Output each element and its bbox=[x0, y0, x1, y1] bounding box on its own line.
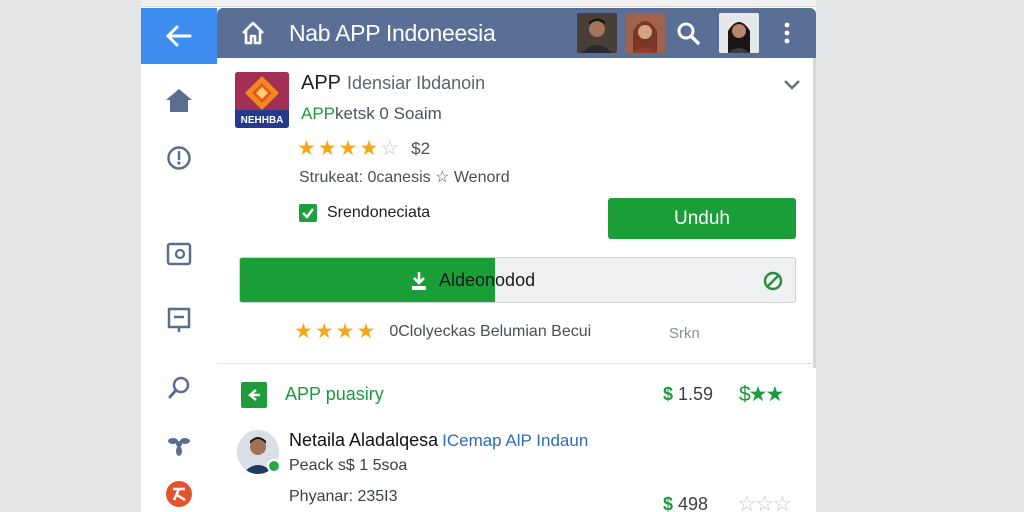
star-icon: ★ bbox=[294, 320, 313, 343]
section-divider bbox=[217, 363, 816, 364]
section-title[interactable]: APP puasiry bbox=[285, 384, 384, 405]
review-price: $ 498 bbox=[663, 494, 708, 512]
developer-rest: ketsk 0 Soaim bbox=[335, 104, 442, 123]
verified-badge bbox=[267, 459, 281, 473]
app-name: APP Idensiar Ibdanoin bbox=[301, 72, 485, 95]
download-button[interactable]: Unduh bbox=[608, 198, 796, 239]
star-icon: ★ bbox=[297, 137, 316, 160]
section-back-icon[interactable] bbox=[241, 382, 267, 408]
cancel-download-icon[interactable] bbox=[762, 270, 784, 292]
reviewer-name-row: Netaila Aladalqesa ICemap AlP Indaun bbox=[289, 430, 588, 451]
avatar-woman[interactable] bbox=[625, 13, 665, 53]
rail-search-icon[interactable] bbox=[165, 374, 193, 402]
avatar-man[interactable] bbox=[577, 13, 617, 53]
section-stars: $★★ bbox=[739, 383, 784, 406]
reviewer-tag[interactable]: ICemap AlP Indaun bbox=[442, 431, 588, 450]
rail-home-icon[interactable] bbox=[165, 86, 193, 114]
app-logo-text: NEHHBA bbox=[241, 115, 284, 126]
star-icon: ★ bbox=[356, 320, 376, 343]
price-symbol: $ bbox=[663, 384, 674, 404]
install-checkbox-row[interactable]: Srendoneciata bbox=[299, 204, 430, 222]
star-icon: ★ bbox=[359, 137, 379, 160]
rail-photo-icon[interactable] bbox=[165, 240, 193, 268]
download-progress-bar[interactable]: Aldeonodod bbox=[239, 257, 796, 303]
app-meta: Strukeat: 0canesis ☆ Wenord bbox=[299, 169, 510, 186]
app-rating-value: $2 bbox=[411, 138, 431, 158]
developer-prefix: APP bbox=[301, 104, 336, 123]
star-icon: ★ bbox=[335, 320, 355, 343]
price-value: 1.59 bbox=[678, 384, 714, 404]
download-progress-label: Aldeonodod bbox=[439, 270, 536, 290]
home-icon[interactable] bbox=[239, 19, 267, 47]
star-icon: ★ bbox=[338, 137, 358, 160]
app-detail-panel: NEHHBA APP Idensiar Ibdanoin APPketsk 0 S… bbox=[217, 58, 816, 512]
rail-document-icon[interactable] bbox=[165, 306, 193, 334]
window-top-strip bbox=[141, 0, 816, 7]
chevron-down-icon[interactable] bbox=[783, 78, 801, 92]
search-icon[interactable] bbox=[675, 20, 701, 46]
review-price-symbol: $ bbox=[663, 494, 674, 512]
download-icon bbox=[410, 270, 428, 292]
reviewer-name: Netaila Aladalqesa bbox=[289, 430, 439, 450]
checkbox-label: Srendoneciata bbox=[327, 204, 431, 221]
review-stars-empty: ☆☆☆ bbox=[737, 491, 792, 512]
avatar-woman-2[interactable] bbox=[719, 13, 759, 53]
review-rating-side: Srkn bbox=[669, 325, 700, 342]
app-logo: NEHHBA bbox=[235, 72, 289, 128]
rail-clock-icon[interactable] bbox=[165, 144, 193, 172]
app-window: Nab APP Indoneesia NEHHBA APP Idensiar I… bbox=[141, 0, 816, 512]
back-button[interactable] bbox=[141, 8, 217, 64]
scrollbar[interactable] bbox=[813, 58, 816, 368]
rail-brand-icon[interactable] bbox=[165, 480, 193, 508]
review-price-value: 498 bbox=[678, 494, 709, 512]
star-icon: ☆ bbox=[380, 137, 400, 160]
developer-name: APPketsk 0 Soaim bbox=[301, 104, 442, 124]
arrow-left-icon bbox=[166, 25, 192, 47]
more-vertical-icon[interactable] bbox=[777, 20, 797, 46]
nav-rail bbox=[141, 64, 217, 512]
app-bar-title: Nab APP Indoneesia bbox=[289, 20, 496, 46]
checkbox[interactable] bbox=[299, 204, 317, 222]
app-bar: Nab APP Indoneesia bbox=[217, 8, 816, 58]
review-line-2: Phyanar: 235I3 bbox=[289, 488, 398, 505]
rail-fan-icon[interactable] bbox=[165, 430, 193, 458]
star-icon: ★ bbox=[317, 137, 337, 160]
review-rating-text: 0Clolyeckas Belumian Becui bbox=[389, 322, 592, 340]
check-icon bbox=[302, 208, 314, 219]
section-price: $ 1.59 bbox=[663, 384, 713, 405]
app-name-sub: Idensiar Ibdanoin bbox=[347, 73, 486, 93]
app-rating: ★ ★ ★ ★ ☆ $2 bbox=[297, 138, 430, 159]
star-icon: ★ bbox=[314, 320, 334, 343]
review-line-1: Peack s$ 1 5soa bbox=[289, 457, 408, 474]
review-rating-row: ★ ★ ★ ★ 0Clolyeckas Belumian Becui bbox=[294, 321, 591, 342]
app-name-main: APP bbox=[301, 72, 342, 94]
